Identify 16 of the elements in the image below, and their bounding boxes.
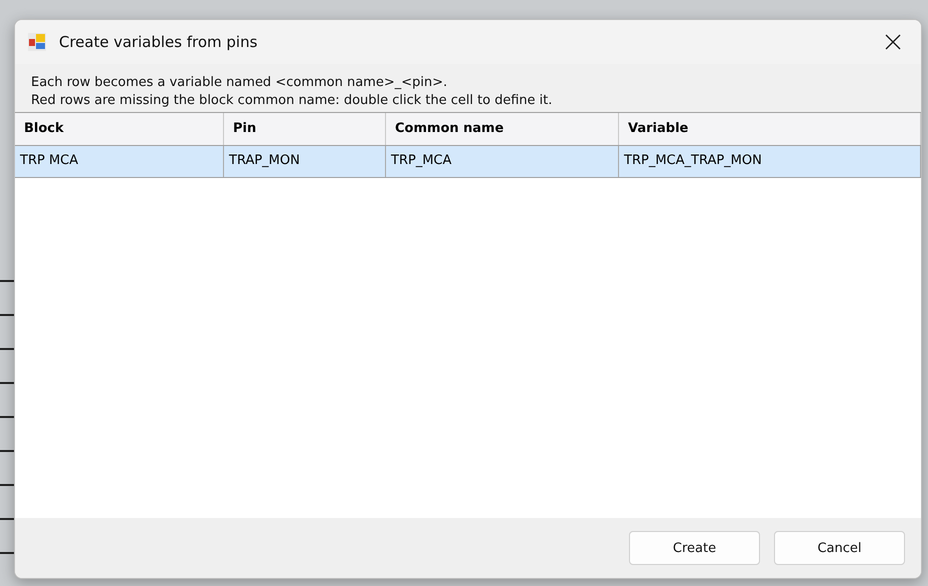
table-cell: TRP_MCA xyxy=(386,146,619,177)
table-cell: TRP MCA xyxy=(15,146,224,177)
create-button[interactable]: Create xyxy=(629,531,760,565)
instruction-text: Red rows are missing the block common name: double click the cell to define it. xyxy=(31,92,554,110)
table-row[interactable]: TRP MCA TRAP_MON TRP_MCA TRP_MCA_TRAP_MON xyxy=(15,146,921,178)
column-header[interactable]: Variable xyxy=(619,113,921,145)
close-icon xyxy=(885,34,901,50)
window-title: Create variables from pins xyxy=(59,33,258,51)
table-cell: TRAP_MON xyxy=(224,146,386,177)
instruction-text: Each row becomes a variable named <common name>_<pin>. xyxy=(31,74,448,92)
app-icon xyxy=(27,32,47,52)
table-cell: TRP_MCA_TRAP_MON xyxy=(619,146,921,177)
column-header[interactable]: Block xyxy=(15,113,224,145)
column-header[interactable]: Pin xyxy=(224,113,386,145)
cancel-button[interactable]: Cancel xyxy=(774,531,905,565)
column-header[interactable]: Common name xyxy=(386,113,619,145)
